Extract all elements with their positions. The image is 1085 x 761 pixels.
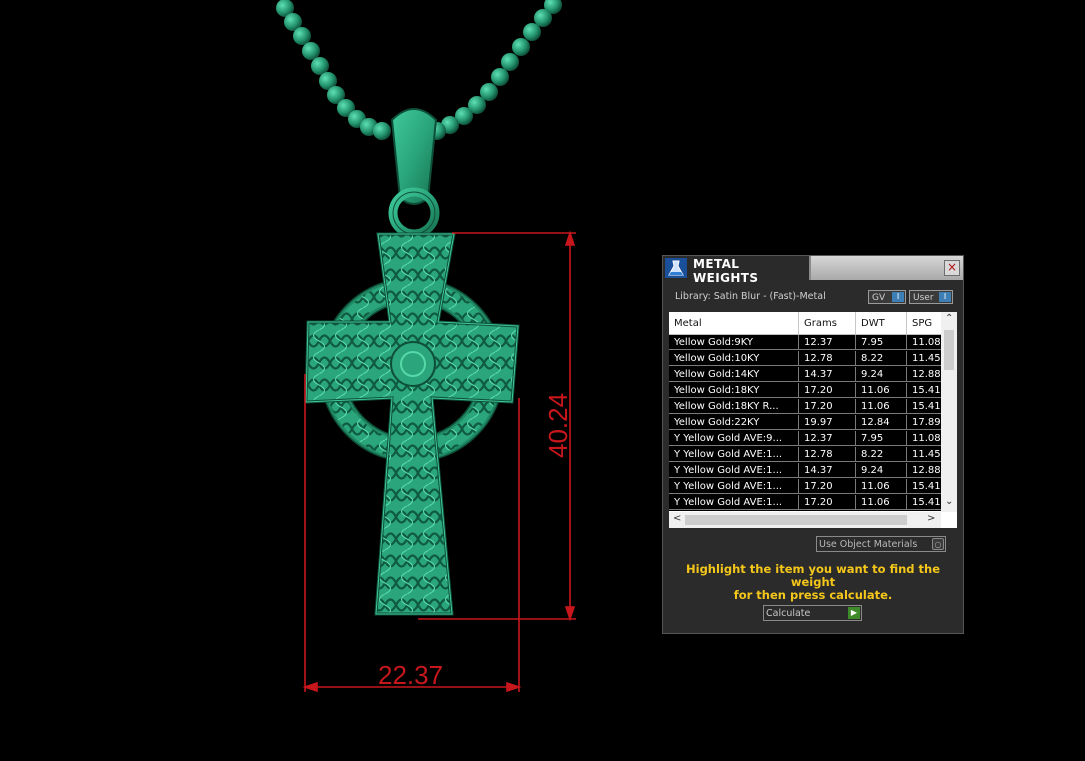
metal-cell: Yellow Gold:9KY bbox=[669, 335, 799, 350]
spg-cell: 12.88 bbox=[907, 463, 941, 478]
spg-cell: 11.08 bbox=[907, 335, 941, 350]
user-toggle-label: User bbox=[913, 293, 934, 303]
dwt-cell: 11.06 bbox=[856, 479, 907, 494]
dwt-cell: 9.24 bbox=[856, 367, 907, 382]
close-icon[interactable]: × bbox=[944, 260, 960, 276]
column-header-grams[interactable]: Grams bbox=[799, 312, 856, 334]
library-label: Library: Satin Blur - (Fast)-Metal bbox=[675, 291, 826, 302]
chain-left bbox=[276, 0, 391, 140]
spg-cell: 12.88 bbox=[907, 367, 941, 382]
panel-title: METAL WEIGHTS bbox=[693, 257, 759, 285]
table-row[interactable]: Y Yellow Gold AVE:9... 12.37 7.95 11.08 bbox=[669, 431, 941, 447]
grams-cell: 12.78 bbox=[799, 351, 856, 366]
grams-cell: 17.20 bbox=[799, 399, 856, 414]
grams-cell: 12.37 bbox=[799, 431, 856, 446]
metal-cell: Yellow Gold:18KY bbox=[669, 383, 799, 398]
spg-cell: 15.41 bbox=[907, 383, 941, 398]
dwt-cell: 7.95 bbox=[856, 335, 907, 350]
scroll-up-icon[interactable]: ⌃ bbox=[945, 313, 953, 324]
table-row[interactable]: Yellow Gold:18KY 17.20 11.06 15.41 bbox=[669, 383, 941, 399]
metal-cell: Y Yellow Gold AVE:1... bbox=[669, 479, 799, 494]
table-row[interactable]: Yellow Gold:14KY 14.37 9.24 12.88 bbox=[669, 367, 941, 383]
panel-titlebar[interactable]: METAL WEIGHTS × bbox=[663, 256, 963, 285]
gv-toggle-label: GV bbox=[872, 293, 886, 303]
instruction-line: Highlight the item you want to find the … bbox=[686, 562, 940, 589]
table-row[interactable]: Yellow Gold:10KY 12.78 8.22 11.45 bbox=[669, 351, 941, 367]
radio-icon: ○ bbox=[932, 538, 944, 550]
dwt-cell: 8.22 bbox=[856, 351, 907, 366]
table-body: Yellow Gold:9KY 12.37 7.95 11.08 Yellow … bbox=[669, 335, 941, 511]
grams-cell: 17.20 bbox=[799, 383, 856, 398]
dwt-cell: 11.06 bbox=[856, 399, 907, 414]
dwt-cell: 11.06 bbox=[856, 495, 907, 510]
table-row[interactable]: Y Yellow Gold AVE:1... 14.37 9.24 12.88 bbox=[669, 463, 941, 479]
spg-cell: 11.08 bbox=[907, 431, 941, 446]
calculate-label: Calculate bbox=[766, 608, 811, 619]
metal-cell: Y Yellow Gold AVE:1... bbox=[669, 447, 799, 462]
grams-cell: 14.37 bbox=[799, 463, 856, 478]
scroll-right-icon[interactable]: > bbox=[927, 513, 935, 524]
horizontal-scrollbar[interactable]: < > bbox=[669, 512, 941, 528]
panel-tab[interactable]: METAL WEIGHTS bbox=[663, 256, 811, 285]
metal-cell: Y Yellow Gold AVE:1... bbox=[669, 495, 799, 510]
toggle-knob-icon: I bbox=[939, 292, 951, 302]
table-row[interactable]: Y Yellow Gold AVE:1... 12.78 8.22 11.45 bbox=[669, 447, 941, 463]
scroll-down-icon[interactable]: ⌄ bbox=[945, 496, 953, 507]
use-object-materials-toggle[interactable]: Use Object Materials ○ bbox=[816, 536, 946, 552]
spg-cell: 15.41 bbox=[907, 479, 941, 494]
instruction-line: for then press calculate. bbox=[733, 588, 893, 602]
spg-cell: 11.45 bbox=[907, 447, 941, 462]
table-row[interactable]: Yellow Gold:9KY 12.37 7.95 11.08 bbox=[669, 335, 941, 351]
spg-cell: 17.89 bbox=[907, 415, 941, 430]
metal-cell: Yellow Gold:18KY R... bbox=[669, 399, 799, 414]
metal-weights-panel: METAL WEIGHTS × Library: Satin Blur - (F… bbox=[663, 256, 963, 633]
spg-cell: 11.45 bbox=[907, 351, 941, 366]
pendant-bail bbox=[388, 108, 440, 239]
height-dimension-label: 40.24 bbox=[543, 392, 573, 458]
vertical-scrollbar[interactable]: ⌃ ⌄ bbox=[941, 312, 957, 512]
scroll-left-icon[interactable]: < bbox=[673, 513, 681, 524]
metal-cell: Y Yellow Gold AVE:9... bbox=[669, 431, 799, 446]
dwt-cell: 9.24 bbox=[856, 463, 907, 478]
column-header-metal[interactable]: Metal bbox=[669, 312, 799, 334]
grams-cell: 14.37 bbox=[799, 367, 856, 382]
chain-right bbox=[428, 0, 562, 140]
metal-table: Metal Grams DWT SPG Yellow Gold:9KY 12.3… bbox=[669, 312, 957, 528]
table-row[interactable]: Y Yellow Gold AVE:1... 17.20 11.06 15.41 bbox=[669, 495, 941, 511]
grams-cell: 12.78 bbox=[799, 447, 856, 462]
table-row[interactable]: Yellow Gold:22KY 19.97 12.84 17.89 bbox=[669, 415, 941, 431]
table-row[interactable]: Yellow Gold:18KY R... 17.20 11.06 15.41 bbox=[669, 399, 941, 415]
metal-cell: Yellow Gold:14KY bbox=[669, 367, 799, 382]
table-header: Metal Grams DWT SPG bbox=[669, 312, 947, 335]
grams-cell: 19.97 bbox=[799, 415, 856, 430]
spg-cell: 15.41 bbox=[907, 399, 941, 414]
vertical-scroll-thumb[interactable] bbox=[944, 330, 954, 370]
gv-toggle[interactable]: GV I bbox=[868, 290, 906, 304]
dwt-cell: 8.22 bbox=[856, 447, 907, 462]
calculate-button[interactable]: Calculate ▶ bbox=[763, 605, 862, 621]
width-dimension-label: 22.37 bbox=[378, 660, 444, 690]
spg-cell: 15.41 bbox=[907, 495, 941, 510]
horizontal-scroll-thumb[interactable] bbox=[685, 515, 907, 525]
metal-cell: Y Yellow Gold AVE:1... bbox=[669, 463, 799, 478]
grams-cell: 12.37 bbox=[799, 335, 856, 350]
play-icon: ▶ bbox=[848, 607, 860, 619]
toggle-knob-icon: I bbox=[892, 292, 904, 302]
grams-cell: 17.20 bbox=[799, 479, 856, 494]
instruction-text: Highlight the item you want to find the … bbox=[663, 563, 963, 602]
metal-cell: Yellow Gold:22KY bbox=[669, 415, 799, 430]
grams-cell: 17.20 bbox=[799, 495, 856, 510]
column-header-dwt[interactable]: DWT bbox=[856, 312, 907, 334]
metal-cell: Yellow Gold:10KY bbox=[669, 351, 799, 366]
flask-icon bbox=[665, 258, 687, 278]
dwt-cell: 7.95 bbox=[856, 431, 907, 446]
use-object-materials-label: Use Object Materials bbox=[819, 539, 918, 550]
dwt-cell: 12.84 bbox=[856, 415, 907, 430]
table-row[interactable]: Y Yellow Gold AVE:1... 17.20 11.06 15.41 bbox=[669, 479, 941, 495]
dwt-cell: 11.06 bbox=[856, 383, 907, 398]
user-toggle[interactable]: User I bbox=[909, 290, 953, 304]
